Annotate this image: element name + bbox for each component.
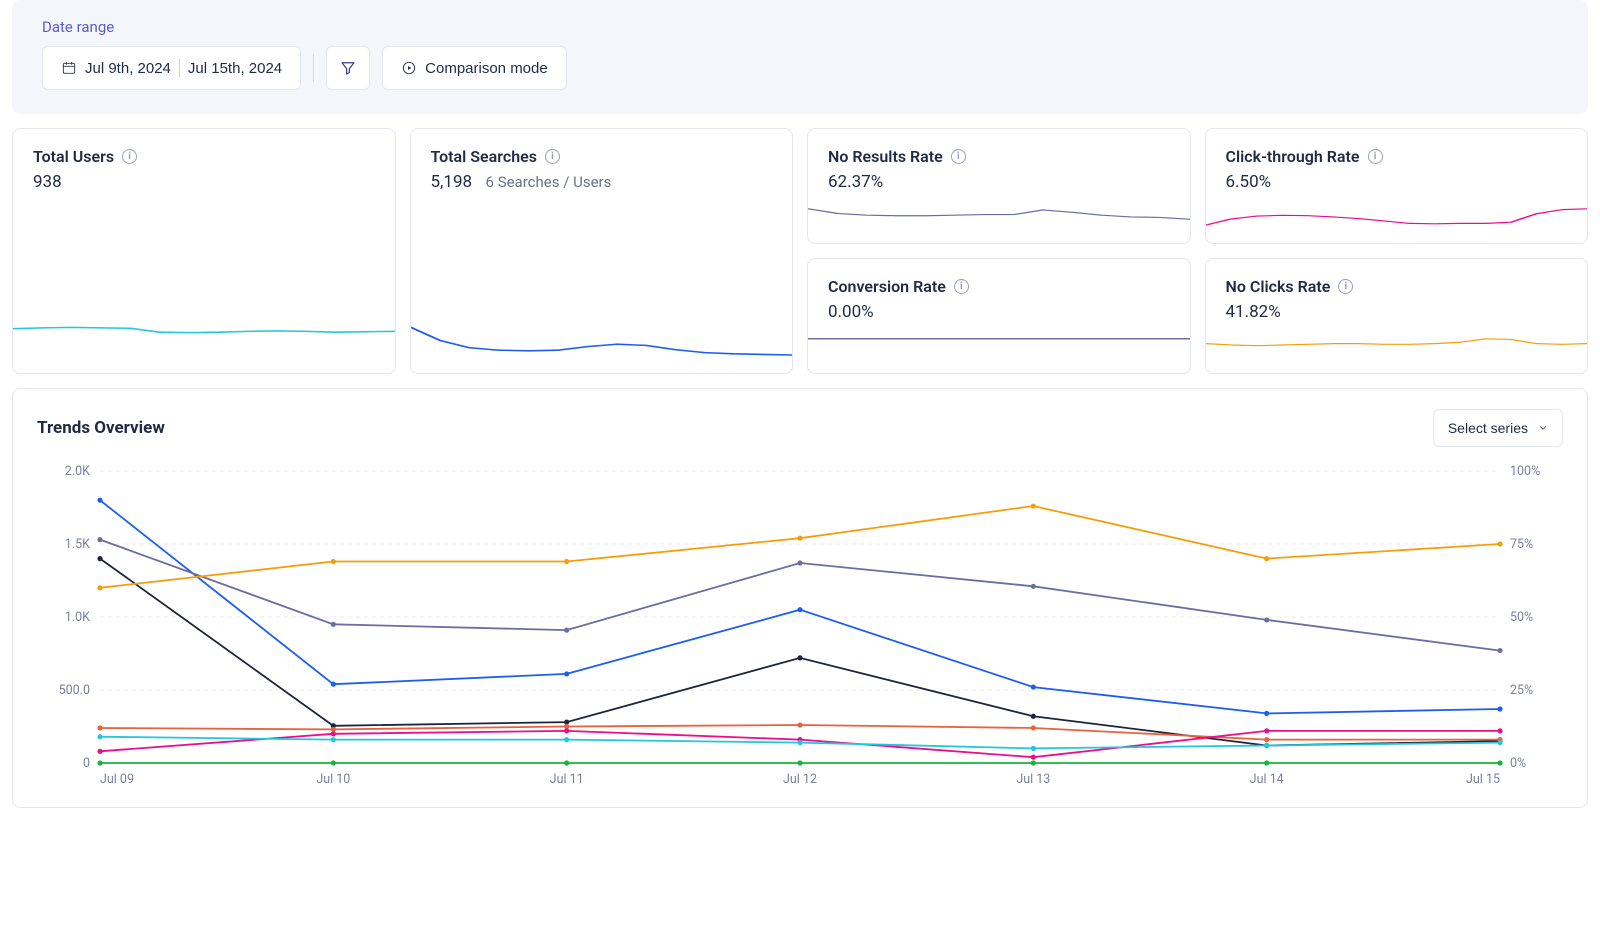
kpi-cards-grid: Total Users 938 Total Searches 5,198 6 S… (12, 128, 1588, 374)
sparkline-no-clicks-rate (1206, 337, 1588, 373)
select-series-label: Select series (1448, 420, 1528, 436)
card-value: 5,198 (431, 172, 473, 192)
chevron-down-icon (1538, 423, 1548, 433)
svg-text:Jul 09: Jul 09 (100, 772, 134, 787)
filter-button[interactable] (326, 46, 370, 90)
card-title: Click-through Rate (1226, 147, 1360, 166)
info-icon[interactable] (1338, 279, 1353, 294)
card-title: Total Users (33, 147, 114, 166)
date-to: Jul 15th, 2024 (188, 60, 282, 77)
info-icon[interactable] (1368, 149, 1383, 164)
sparkline-total-searches (411, 325, 793, 373)
calendar-icon (61, 60, 77, 76)
comparison-mode-label: Comparison mode (425, 60, 548, 77)
svg-text:Jul 13: Jul 13 (1016, 772, 1050, 787)
date-range-label: Date range (42, 18, 1558, 36)
vertical-separator (313, 54, 314, 82)
info-icon[interactable] (951, 149, 966, 164)
card-conversion-rate[interactable]: Conversion Rate 0.00% (807, 258, 1191, 374)
svg-text:Jul 15: Jul 15 (1466, 772, 1500, 787)
trends-chart: 0 0% 500.0 25% 1.0K 50% 1.5K 75% 2.0K 100% Jul 09 J… (37, 453, 1563, 793)
svg-text:0: 0 (83, 756, 90, 771)
svg-text:1.5K: 1.5K (65, 537, 90, 552)
card-title: Conversion Rate (828, 277, 946, 296)
card-total-searches[interactable]: Total Searches 5,198 6 Searches / Users (410, 128, 794, 374)
svg-text:2.0K: 2.0K (65, 464, 90, 479)
sparkline-total-users (13, 325, 395, 373)
sparkline-no-results-rate (808, 207, 1190, 243)
card-value: 6.50% (1226, 172, 1568, 192)
svg-text:Jul 12: Jul 12 (783, 772, 817, 787)
svg-text:1.0K: 1.0K (65, 610, 90, 625)
card-value: 62.37% (828, 172, 1170, 192)
card-title: No Results Rate (828, 147, 943, 166)
card-title: Total Searches (431, 147, 537, 166)
svg-text:25%: 25% (1510, 683, 1533, 698)
funnel-icon (339, 59, 357, 77)
card-subvalue: 6 Searches / Users (486, 173, 612, 191)
card-value: 41.82% (1226, 302, 1568, 322)
select-series-button[interactable]: Select series (1433, 409, 1563, 447)
play-circle-icon (401, 60, 417, 76)
svg-text:Jul 14: Jul 14 (1250, 772, 1284, 787)
trends-card: Trends Overview Select series 0 0% 500.0 25… (12, 388, 1588, 808)
sparkline-conversion-rate (808, 337, 1190, 373)
svg-text:50%: 50% (1510, 610, 1533, 625)
svg-text:100%: 100% (1510, 464, 1540, 479)
sparkline-ctr (1206, 207, 1588, 243)
svg-text:0%: 0% (1510, 756, 1526, 771)
date-range-button[interactable]: Jul 9th, 2024 Jul 15th, 2024 (42, 46, 301, 90)
info-icon[interactable] (954, 279, 969, 294)
card-value: 0.00% (828, 302, 1170, 322)
svg-text:Jul 11: Jul 11 (550, 772, 584, 787)
card-title: No Clicks Rate (1226, 277, 1331, 296)
date-separator (179, 59, 180, 77)
info-icon[interactable] (122, 149, 137, 164)
card-total-users[interactable]: Total Users 938 (12, 128, 396, 374)
card-no-results-rate[interactable]: No Results Rate 62.37% (807, 128, 1191, 244)
comparison-mode-button[interactable]: Comparison mode (382, 46, 567, 90)
date-from: Jul 9th, 2024 (85, 60, 171, 77)
info-icon[interactable] (545, 149, 560, 164)
trends-title: Trends Overview (37, 418, 165, 438)
filter-row: Jul 9th, 2024 Jul 15th, 2024 Comparison … (42, 46, 1558, 90)
card-no-clicks-rate[interactable]: No Clicks Rate 41.82% (1205, 258, 1589, 374)
svg-text:Jul 10: Jul 10 (316, 772, 350, 787)
card-value: 938 (33, 172, 375, 192)
svg-text:75%: 75% (1510, 537, 1533, 552)
filter-panel: Date range Jul 9th, 2024 Jul 15th, 2024 (12, 0, 1588, 114)
card-click-through-rate[interactable]: Click-through Rate 6.50% (1205, 128, 1589, 244)
svg-text:500.0: 500.0 (59, 683, 90, 698)
